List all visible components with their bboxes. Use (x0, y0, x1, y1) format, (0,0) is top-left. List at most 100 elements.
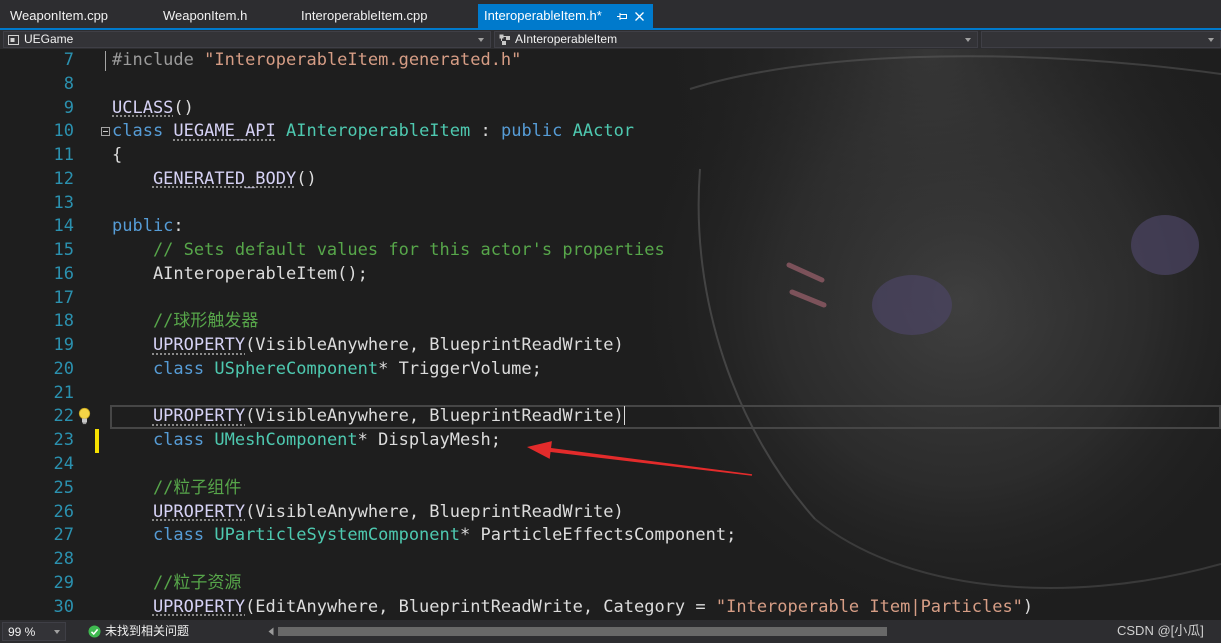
code-token: public (500, 121, 573, 142)
code-token: * TriggerVolume; (378, 358, 542, 379)
code-line[interactable]: 8 (0, 73, 1221, 97)
close-icon[interactable] (634, 11, 645, 22)
line-number: 17 (53, 287, 74, 308)
line-number: 26 (53, 501, 74, 522)
current-code-line[interactable]: 22 UPROPERTY(VisibleAnywhere, BlueprintRe… (0, 405, 1221, 430)
code-text[interactable]: UPROPERTY(VisibleAnywhere, BlueprintRead… (112, 501, 624, 525)
code-line[interactable]: 25 //粒子组件 (0, 477, 1221, 501)
tab-interoperableitem-h[interactable]: InteroperableItem.h* (478, 4, 653, 28)
tab-interoperableitem-cpp[interactable]: InteroperableItem.cpp (291, 4, 471, 28)
code-text[interactable]: #include "InteroperableItem.generated.h" (112, 49, 521, 73)
code-line[interactable]: 24 (0, 453, 1221, 477)
line-number: 12 (53, 168, 74, 189)
document-tab-bar: WeaponItem.cpp WeaponItem.h Interoperabl… (0, 0, 1221, 28)
collapse-toggle[interactable] (101, 127, 110, 137)
code-line[interactable]: 19 UPROPERTY(VisibleAnywhere, BlueprintRe… (0, 334, 1221, 358)
code-text[interactable]: AInteroperableItem(); (112, 263, 368, 287)
code-token: "InteroperableItem.generated.h" (204, 50, 522, 70)
code-line[interactable]: 21 (0, 382, 1221, 406)
tab-weaponitem-h[interactable]: WeaponItem.h (153, 4, 290, 28)
code-line[interactable]: 27 class UParticleSystemComponent* Partic… (0, 524, 1221, 548)
chevron-down-icon (1208, 38, 1214, 42)
horizontal-scrollbar[interactable] (278, 627, 1110, 636)
code-line[interactable]: 11 { (0, 144, 1221, 168)
code-text[interactable]: //球形触发器 (112, 310, 258, 334)
class-icon (499, 34, 510, 45)
code-token: "Interoperable Item|Particles" (715, 596, 1023, 617)
code-text[interactable]: UPROPERTY(VisibleAnywhere, BlueprintRead… (112, 334, 624, 358)
code-text[interactable]: public: (112, 215, 184, 239)
code-line[interactable]: 12 GENERATED_BODY() (0, 168, 1221, 192)
code-token: : (173, 216, 184, 237)
code-editor[interactable]: 7 #include "InteroperableItem.generated.h… (0, 49, 1221, 620)
scope-dropdown[interactable]: AInteroperableItem (494, 31, 978, 48)
code-line[interactable]: 13 (0, 192, 1221, 216)
code-token: * ParticleEffectsComponent; (460, 525, 737, 546)
code-token: // Sets default values for this actor's … (152, 240, 665, 261)
navigation-bar: UEGame AInteroperableItem (0, 30, 1221, 49)
code-token: UPROPERTY (152, 501, 246, 522)
code-token: class (152, 430, 215, 451)
code-token: AActor (572, 121, 635, 142)
check-circle-icon (88, 625, 101, 638)
code-token: USphereComponent (214, 358, 379, 379)
code-token: UPROPERTY (152, 335, 246, 356)
code-line[interactable]: 10 class UEGAME_API AInteroperableItem : … (0, 120, 1221, 144)
scroll-left-arrow-icon[interactable] (266, 626, 276, 637)
line-number: 23 (53, 430, 74, 451)
code-token: UPROPERTY (152, 406, 246, 427)
code-text[interactable]: class UParticleSystemComponent* Particle… (112, 524, 736, 548)
code-text[interactable]: GENERATED_BODY() (112, 168, 317, 192)
lightbulb-icon[interactable] (78, 407, 91, 426)
line-number: 27 (53, 525, 74, 546)
pin-icon[interactable] (617, 11, 628, 22)
code-text[interactable]: UCLASS() (112, 97, 194, 121)
code-token: () (173, 97, 194, 118)
code-line[interactable]: 18 //球形触发器 (0, 310, 1221, 334)
line-number: 30 (53, 596, 74, 617)
code-text[interactable]: { (112, 144, 122, 168)
code-line[interactable]: 28 (0, 548, 1221, 572)
code-line[interactable]: 17 (0, 287, 1221, 311)
scrollbar-thumb[interactable] (278, 627, 887, 636)
line-number: 21 (53, 382, 74, 403)
code-token: //粒子组件 (152, 477, 242, 498)
code-line[interactable]: 26 UPROPERTY(VisibleAnywhere, BlueprintRe… (0, 501, 1221, 525)
code-line[interactable]: 14 public: (0, 215, 1221, 239)
code-line[interactable]: 16 AInteroperableItem(); (0, 263, 1221, 287)
code-token: () (296, 168, 317, 189)
code-line[interactable]: 20 class USphereComponent* TriggerVolume; (0, 358, 1221, 382)
code-token: (VisibleAnywhere, BlueprintReadWrite) (245, 335, 624, 356)
chevron-down-icon (478, 38, 484, 42)
editor-status-bar: 99 % 未找到相关问题 (0, 620, 1221, 643)
outlining-guide (105, 51, 106, 71)
code-text[interactable]: //粒子组件 (112, 477, 241, 501)
code-line[interactable]: 23 class UMeshComponent* DisplayMesh; (0, 429, 1221, 454)
unsaved-change-marker (95, 429, 99, 454)
zoom-dropdown[interactable]: 99 % (2, 622, 66, 641)
code-text[interactable]: class USphereComponent* TriggerVolume; (112, 358, 542, 382)
code-text[interactable]: UPROPERTY(VisibleAnywhere, BlueprintRead… (112, 405, 625, 429)
line-number: 28 (53, 549, 74, 570)
code-token: UMeshComponent (214, 430, 358, 451)
code-token: #include (112, 50, 205, 70)
issues-indicator[interactable]: 未找到相关问题 (86, 622, 262, 641)
code-text[interactable]: class UEGAME_API AInteroperableItem : pu… (112, 120, 634, 144)
code-text[interactable]: //粒子资源 (112, 572, 241, 596)
member-dropdown[interactable] (981, 31, 1221, 48)
chevron-down-icon (54, 630, 60, 634)
code-line[interactable]: 7 #include "InteroperableItem.generated.h… (0, 49, 1221, 73)
code-line[interactable]: 29 //粒子资源 (0, 572, 1221, 596)
code-line[interactable]: 30 UPROPERTY(EditAnywhere, BlueprintReadW… (0, 596, 1221, 620)
code-line[interactable]: 15 // Sets default values for this actor'… (0, 239, 1221, 263)
code-text[interactable]: UPROPERTY(EditAnywhere, BlueprintReadWri… (112, 596, 1033, 620)
code-lines: 7 #include "InteroperableItem.generated.h… (0, 49, 1221, 619)
tab-weaponitem-cpp[interactable]: WeaponItem.cpp (0, 4, 150, 28)
code-token: (VisibleAnywhere, BlueprintReadWrite) (245, 406, 624, 427)
code-token: * DisplayMesh; (357, 430, 501, 451)
code-text[interactable]: // Sets default values for this actor's … (112, 239, 665, 263)
code-text[interactable]: class UMeshComponent* DisplayMesh; (112, 429, 501, 453)
code-line[interactable]: 9 UCLASS() (0, 97, 1221, 121)
project-dropdown[interactable]: UEGame (3, 31, 491, 48)
text-caret (623, 406, 625, 426)
